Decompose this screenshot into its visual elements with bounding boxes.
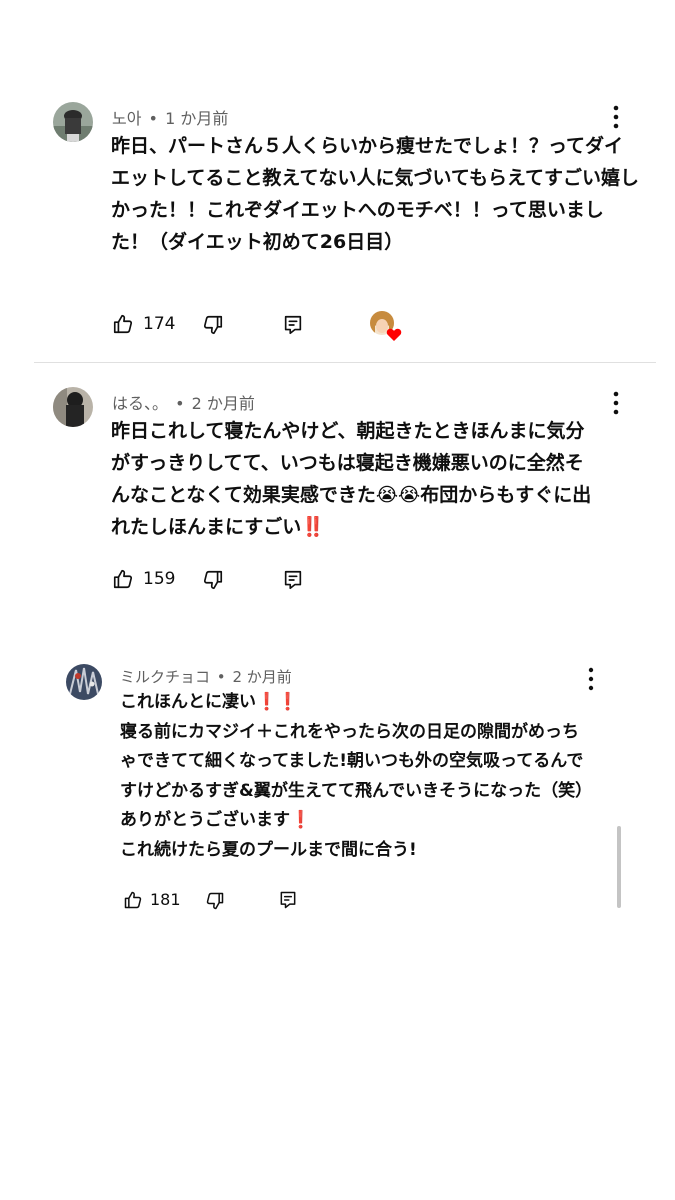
meta-separator: • [148, 109, 158, 128]
like-count: 174 [143, 314, 176, 334]
comment-divider [34, 362, 656, 363]
dislike-button[interactable] [205, 891, 225, 911]
author-name[interactable]: ミルクチョコ [120, 668, 210, 686]
comment-time: 1 か月前 [165, 109, 229, 128]
thumbs-down-icon [206, 892, 224, 910]
like-button[interactable] [123, 890, 143, 910]
avatar[interactable] [53, 387, 93, 427]
reply-button[interactable] [282, 314, 304, 336]
thumbs-up-icon [124, 891, 142, 909]
more-vert-icon[interactable] [606, 104, 626, 130]
dislike-button[interactable] [202, 569, 224, 591]
more-vert-icon[interactable] [606, 390, 626, 416]
like-count: 159 [143, 569, 176, 589]
thumbs-up-icon [113, 569, 133, 589]
creator-heart-icon [368, 310, 404, 344]
like-button[interactable] [112, 568, 134, 590]
like-button[interactable] [112, 313, 134, 335]
comment-card: ミルクチョコ • 2 か月前 これほんとに凄い❗️❗️ 寝る前にカマジイ＋これを… [44, 650, 624, 920]
comment-meta: 노아 • 1 か月前 [112, 105, 228, 129]
comment-time: 2 か月前 [232, 668, 292, 686]
comment-time: 2 か月前 [191, 394, 255, 413]
meta-separator: • [216, 668, 226, 686]
comment-card: はる、。 • 2 か月前 昨日これして寝たんやけど、朝起きたときほんまに気分がす… [34, 375, 656, 607]
reply-button[interactable] [282, 569, 304, 591]
reply-icon [284, 315, 302, 335]
thumbs-up-icon [113, 314, 133, 334]
thumbs-down-icon [203, 570, 223, 590]
comment-text: 昨日これして寝たんやけど、朝起きたときほんまに気分がすっきりしてて、いつもは寝起… [111, 420, 592, 538]
scrollbar-thumb[interactable] [617, 826, 621, 908]
author-name[interactable]: はる、。 [112, 394, 168, 413]
comment-meta: はる、。 • 2 か月前 [112, 390, 255, 414]
reply-icon [284, 570, 302, 590]
thumbs-down-icon [203, 315, 223, 335]
reply-button[interactable] [278, 890, 298, 910]
comment-meta: ミルクチョコ • 2 か月前 [120, 666, 292, 687]
avatar[interactable] [66, 664, 102, 700]
meta-separator: • [175, 394, 185, 413]
comment-card: 노아 • 1 か月前 昨日、パートさん５人くらいから痩せたでしょ！？ってダイエッ… [34, 90, 656, 362]
avatar[interactable] [53, 102, 93, 142]
like-count: 181 [150, 890, 181, 909]
author-name[interactable]: 노아 [112, 109, 141, 128]
comment-text: 昨日、パートさん５人くらいから痩せたでしょ！？ってダイエットしてること教えてない… [111, 135, 640, 253]
reply-icon [280, 891, 296, 909]
comment-text: これほんとに凄い❗️❗️ 寝る前にカマジイ＋これをやったら次の日足の隙間がめっち… [120, 692, 584, 860]
dislike-button[interactable] [202, 314, 224, 336]
